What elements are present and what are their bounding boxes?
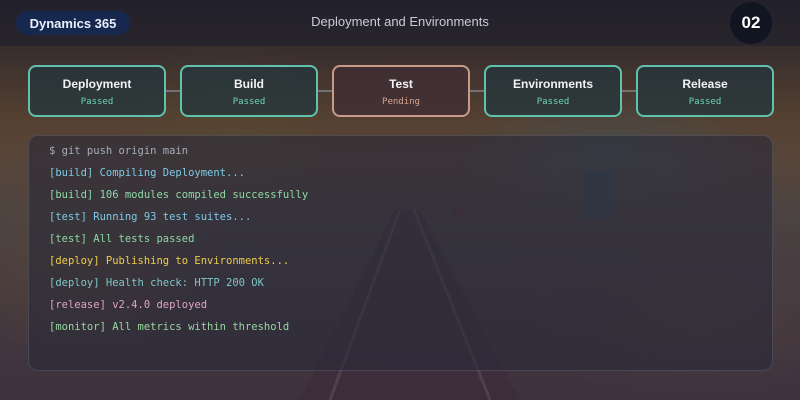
- stage-connector: [470, 90, 484, 92]
- terminal-line: [build] Compiling Deployment...: [49, 167, 245, 179]
- stage-environments[interactable]: Environments Passed: [484, 65, 622, 117]
- stage-status: Passed: [688, 97, 722, 107]
- stage-status: Pending: [382, 97, 420, 107]
- stage-name: Release: [682, 77, 728, 91]
- stage-status: Passed: [232, 97, 266, 107]
- terminal-line: [monitor] All metrics within threshold: [49, 321, 290, 333]
- page-title: Deployment and Environments: [311, 14, 489, 29]
- terminal-line: [test] All tests passed: [49, 233, 195, 245]
- terminal-line: [deploy] Publishing to Environments...: [49, 255, 290, 267]
- terminal-line: [build] 106 modules compiled successfull…: [49, 189, 309, 201]
- stage-name: Deployment: [62, 77, 132, 91]
- terminal-line: [release] v2.4.0 deployed: [49, 299, 208, 311]
- stage-name: Test: [389, 77, 413, 91]
- step-number-badge: 02: [730, 2, 772, 44]
- stage-connector: [622, 90, 636, 92]
- stage-build[interactable]: Build Passed: [180, 65, 318, 117]
- terminal-line: $ git push origin main: [49, 145, 189, 157]
- top-bar: Dynamics 365 Deployment and Environments…: [0, 0, 800, 46]
- stage-connector: [318, 90, 332, 92]
- terminal-line: [test] Running 93 test suites...: [49, 211, 252, 223]
- stage-status: Passed: [80, 97, 114, 107]
- stage-test[interactable]: Test Pending: [332, 65, 470, 117]
- stage-connector: [166, 90, 180, 92]
- stage-status: Passed: [536, 97, 570, 107]
- stage-release[interactable]: Release Passed: [636, 65, 774, 117]
- stage-name: Environments: [512, 77, 593, 91]
- stage-name: Build: [234, 77, 264, 91]
- pipeline-stages: Deployment Passed Build Passed Test Pend…: [28, 65, 774, 117]
- stage-deployment[interactable]: Deployment Passed: [28, 65, 166, 117]
- terminal-line: [deploy] Health check: HTTP 200 OK: [49, 277, 264, 289]
- terminal-log[interactable]: $ git push origin main [build] Compiling…: [28, 135, 773, 371]
